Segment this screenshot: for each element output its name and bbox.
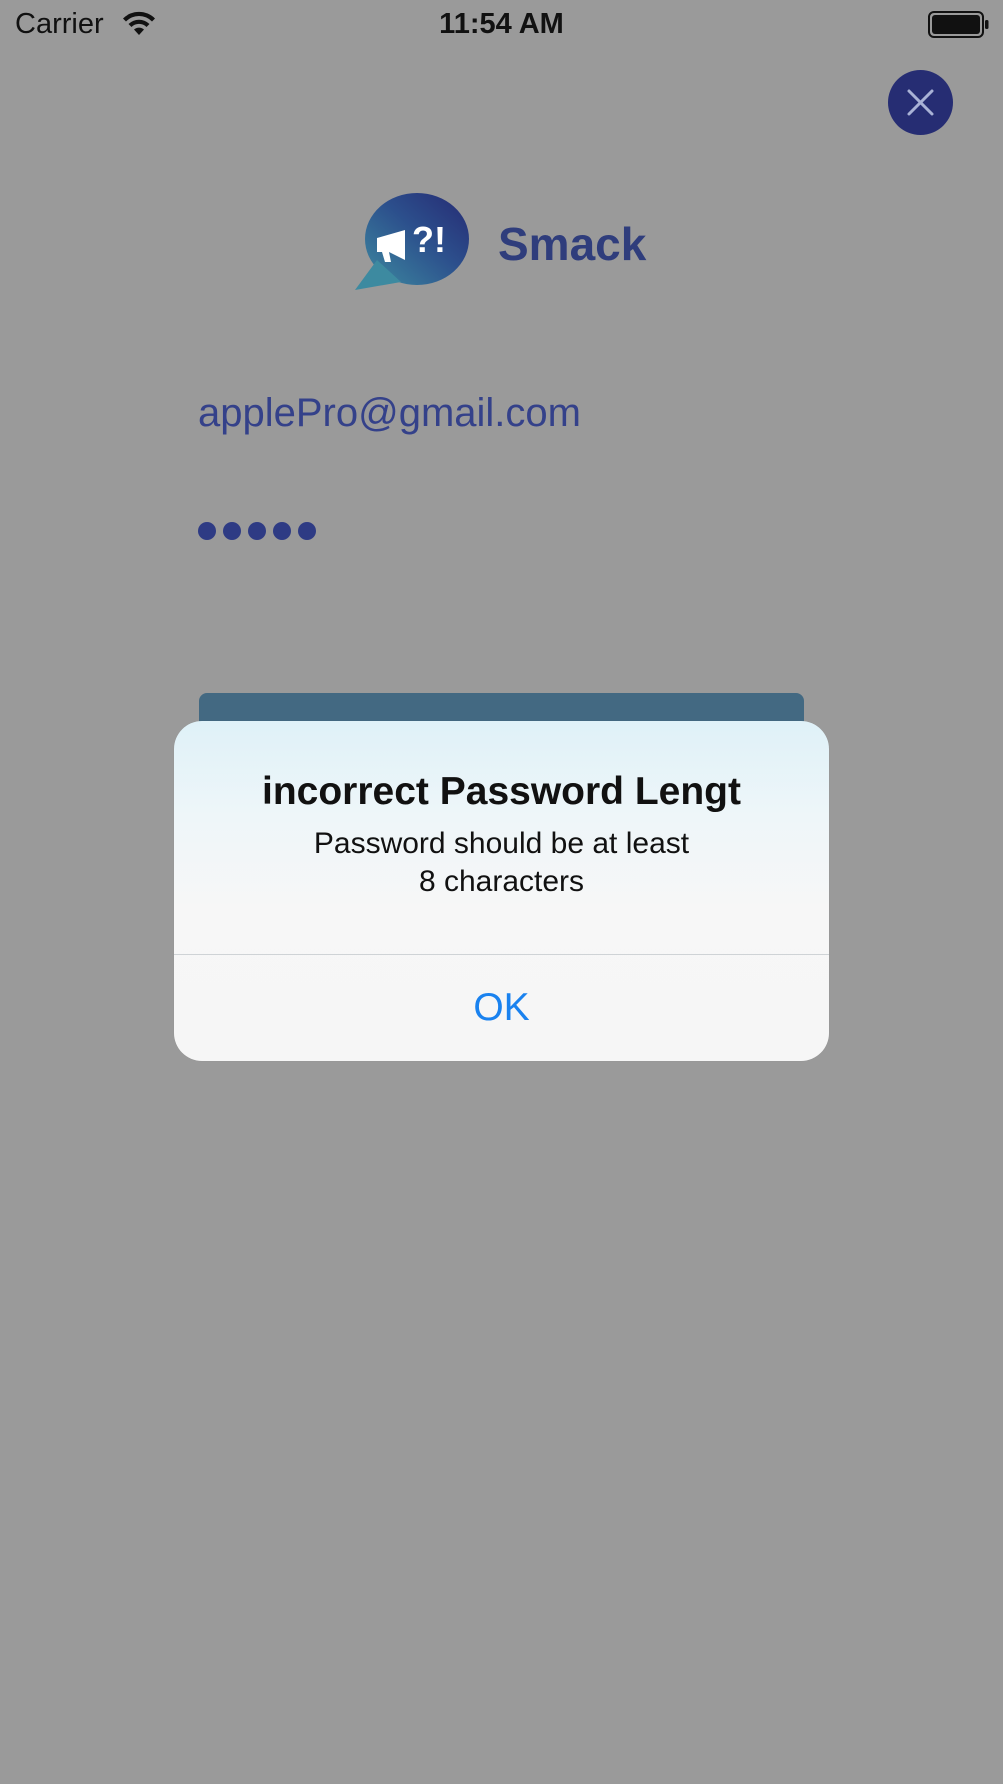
- svg-text:?!: ?!: [412, 219, 446, 260]
- password-mask: [198, 522, 798, 540]
- battery-icon: [928, 11, 990, 38]
- alert-dialog: incorrect Password Lengt Password should…: [174, 721, 829, 1061]
- email-field[interactable]: applePro@gmail.com: [198, 388, 798, 438]
- password-dot: [273, 522, 291, 540]
- password-dot: [198, 522, 216, 540]
- password-dot: [248, 522, 266, 540]
- alert-message-line: 8 characters: [418, 865, 585, 898]
- alert-message: Password should be at least 8 characters: [174, 825, 829, 901]
- ok-button[interactable]: OK: [174, 955, 829, 1061]
- status-bar: Carrier 11:54 AM: [0, 0, 1003, 50]
- password-field[interactable]: [198, 505, 798, 560]
- password-dot: [298, 522, 316, 540]
- app-title: Smack: [498, 218, 647, 270]
- close-button[interactable]: [888, 70, 953, 135]
- alert-message-line: Password should be at least: [313, 827, 690, 860]
- password-dot: [223, 522, 241, 540]
- close-icon: [907, 89, 934, 116]
- alert-title: incorrect Password Lengt: [262, 770, 741, 813]
- clock: 11:54 AM: [439, 8, 564, 40]
- speech-bubble-megaphone-icon: ?!: [355, 192, 470, 292]
